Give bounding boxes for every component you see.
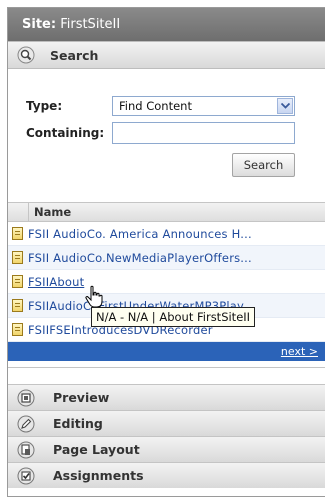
preview-icon <box>16 388 36 408</box>
search-button[interactable]: Search <box>232 153 295 177</box>
search-section-header[interactable]: Search <box>8 41 325 69</box>
hand-cursor-icon <box>84 285 106 309</box>
result-row[interactable]: FSII AudioCo.NewMediaPlayerOffers... <box>8 246 325 270</box>
results-table: Name FSII AudioCo. America Announces H..… <box>8 202 325 368</box>
tooltip: N/A - N/A | About FirstSiteII <box>91 307 256 327</box>
editing-section-header[interactable]: Editing <box>8 410 325 436</box>
site-label: Site: <box>22 17 57 32</box>
pagination-bar: next > <box>8 342 325 361</box>
page-layout-section-header[interactable]: Page Layout <box>8 436 325 462</box>
icon-column-header <box>8 203 29 221</box>
site-name: FirstSiteII <box>60 17 121 32</box>
page-layout-section-label: Page Layout <box>53 442 140 457</box>
document-icon <box>12 227 23 240</box>
site-header: Site: FirstSiteII <box>8 8 325 41</box>
assignments-section-header[interactable]: Assignments <box>8 462 325 488</box>
pencil-icon <box>16 414 36 434</box>
containing-label: Containing: <box>26 126 105 140</box>
type-select-value: Find Content <box>119 99 192 113</box>
section-list: Preview Editing Page Layout Assignments <box>8 384 325 488</box>
name-column-header[interactable]: Name <box>29 205 71 219</box>
chevron-down-icon[interactable] <box>277 98 293 114</box>
document-icon <box>12 299 23 312</box>
results-header: Name <box>8 202 325 222</box>
document-icon <box>12 275 23 288</box>
result-row[interactable]: FSIIAbout <box>8 270 325 294</box>
site-panel: Site: FirstSiteII Search Type: Find Cont… <box>7 7 325 497</box>
search-section-label: Search <box>50 47 99 63</box>
magnifier-icon <box>16 45 36 65</box>
containing-input[interactable] <box>112 122 295 144</box>
type-select[interactable]: Find Content <box>112 96 295 116</box>
search-form: Type: Find Content Containing: Search <box>8 69 325 181</box>
document-icon <box>12 323 23 336</box>
result-link[interactable]: FSIIAbout <box>28 275 84 289</box>
preview-section-header[interactable]: Preview <box>8 384 325 410</box>
document-icon <box>12 251 23 264</box>
result-link[interactable]: FSII AudioCo. America Announces H... <box>28 227 252 241</box>
checkbox-icon <box>16 466 36 486</box>
result-link[interactable]: FSII AudioCo.NewMediaPlayerOffers... <box>28 251 252 265</box>
page-layout-icon <box>16 440 36 460</box>
preview-section-label: Preview <box>53 390 110 405</box>
type-label: Type: <box>26 99 63 113</box>
editing-section-label: Editing <box>53 416 103 431</box>
next-page-link[interactable]: next > <box>281 345 318 358</box>
divider <box>8 361 325 368</box>
assignments-section-label: Assignments <box>53 468 144 483</box>
result-row[interactable]: FSII AudioCo. America Announces H... <box>8 222 325 246</box>
